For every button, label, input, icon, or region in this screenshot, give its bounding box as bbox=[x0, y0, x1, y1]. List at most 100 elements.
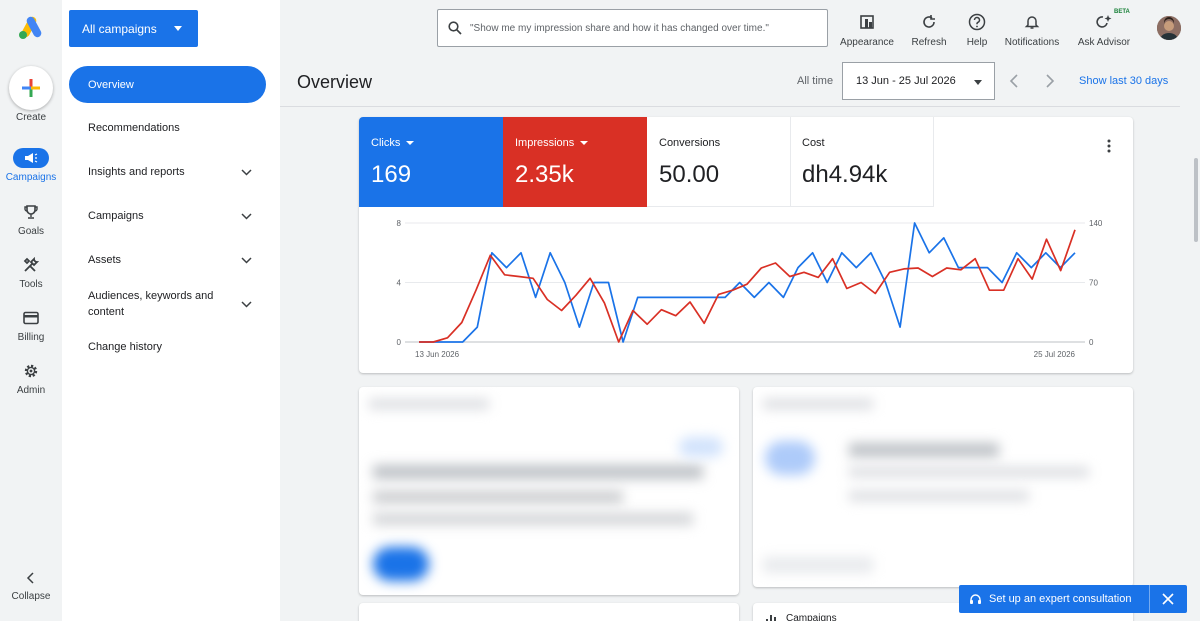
placeholder-bar bbox=[763, 557, 873, 573]
range-label: All time bbox=[797, 75, 834, 87]
series-line-impressions bbox=[419, 229, 1076, 343]
gear-icon bbox=[24, 364, 38, 378]
date-range-picker[interactable]: 13 Jun - 25 Jul 2026 bbox=[842, 62, 995, 100]
create-button[interactable] bbox=[9, 66, 53, 110]
campaign-scope-selector[interactable]: All campaigns bbox=[69, 10, 198, 47]
nav-item-change-history[interactable]: Change history bbox=[69, 337, 266, 357]
placeholder-button bbox=[373, 547, 429, 581]
beta-badge: BETA bbox=[1114, 9, 1130, 15]
placeholder-bar bbox=[369, 399, 489, 409]
next-period-button[interactable] bbox=[1044, 73, 1056, 89]
create-label: Create bbox=[15, 112, 46, 123]
avatar[interactable] bbox=[1157, 16, 1181, 40]
help-icon bbox=[968, 13, 986, 31]
right-tick-label: 0 bbox=[1089, 338, 1094, 347]
rail-label-campaigns: Campaigns bbox=[5, 172, 57, 183]
rail-label-billing: Billing bbox=[17, 332, 45, 343]
nav-item-audiences[interactable]: Audiences, keywords and content bbox=[69, 286, 266, 322]
expert-consultation-banner[interactable]: Set up an expert consultation bbox=[959, 585, 1187, 613]
rail-item-billing[interactable]: Billing bbox=[0, 308, 62, 343]
more-options-icon[interactable] bbox=[1107, 139, 1111, 153]
appearance-label: Appearance bbox=[840, 37, 894, 48]
chevron-down-icon bbox=[241, 301, 252, 308]
advisor-icon bbox=[1096, 15, 1112, 28]
placeholder-bar bbox=[763, 399, 873, 409]
app: Create Campaigns Goals Tools Billing Adm… bbox=[0, 0, 1200, 621]
left-tick-label: 0 bbox=[397, 338, 402, 347]
placeholder-bar bbox=[373, 465, 703, 479]
credit-card-icon bbox=[23, 311, 39, 325]
rail-label-goals: Goals bbox=[17, 226, 45, 237]
tools-icon bbox=[23, 257, 39, 272]
bell-icon bbox=[1024, 16, 1040, 29]
metric-cost[interactable]: Cost dh4.94k bbox=[790, 117, 934, 207]
rail-item-tools[interactable]: Tools bbox=[0, 255, 62, 290]
nav-panel: All campaigns Overview Recommendations I… bbox=[62, 0, 280, 621]
prev-period-button[interactable] bbox=[1008, 73, 1020, 89]
page-scrollbar[interactable] bbox=[1194, 158, 1198, 242]
notifications-button[interactable]: Notifications bbox=[1002, 12, 1062, 48]
caret-down-icon bbox=[406, 141, 415, 145]
refresh-button[interactable]: Refresh bbox=[907, 12, 951, 48]
rail-label-admin: Admin bbox=[16, 385, 46, 396]
show-last-30-days-link[interactable]: Show last 30 days bbox=[1079, 75, 1168, 87]
appearance-icon bbox=[860, 15, 874, 29]
date-range-value: 13 Jun - 25 Jul 2026 bbox=[856, 75, 956, 87]
metric-name: Impressions bbox=[515, 137, 575, 149]
nav-item-label: Audiences, keywords and content bbox=[88, 290, 214, 318]
help-button[interactable]: Help bbox=[962, 12, 992, 48]
metric-conversions[interactable]: Conversions 50.00 bbox=[647, 117, 791, 207]
plus-icon bbox=[22, 79, 40, 97]
x-end-label: 25 Jul 2026 bbox=[1034, 350, 1076, 359]
placeholder-chip bbox=[765, 441, 815, 475]
consult-label: Set up an expert consultation bbox=[989, 593, 1132, 605]
blurred-card-right bbox=[753, 387, 1133, 587]
nav-item-campaigns[interactable]: Campaigns bbox=[69, 206, 266, 226]
nav-item-recommendations[interactable]: Recommendations bbox=[69, 118, 266, 138]
metric-value: dh4.94k bbox=[802, 161, 888, 188]
x-start-label: 13 Jun 2026 bbox=[415, 350, 460, 359]
ask-advisor-button[interactable]: Ask Advisor bbox=[1076, 12, 1132, 48]
nav-item-label: Campaigns bbox=[88, 210, 144, 222]
caret-down-icon bbox=[580, 141, 589, 145]
metric-name: Conversions bbox=[659, 137, 721, 149]
google-ads-logo[interactable] bbox=[17, 16, 45, 40]
scope-label: All campaigns bbox=[82, 21, 157, 36]
left-tick-label: 8 bbox=[397, 219, 402, 228]
appearance-button[interactable]: Appearance bbox=[838, 12, 896, 48]
placeholder-bar bbox=[373, 513, 693, 525]
nav-item-insights[interactable]: Insights and reports bbox=[69, 162, 266, 182]
rail-label-tools: Tools bbox=[19, 279, 43, 290]
refresh-label: Refresh bbox=[911, 37, 947, 48]
bar-chart-icon bbox=[766, 615, 776, 621]
rail-item-admin[interactable]: Admin bbox=[0, 361, 62, 396]
refresh-icon bbox=[923, 15, 935, 28]
metric-value: 169 bbox=[371, 161, 412, 188]
right-tick-label: 140 bbox=[1089, 219, 1103, 228]
collapse-label: Collapse bbox=[11, 591, 51, 602]
performance-card: Clicks 169 Impressions 2.35k Conversions… bbox=[359, 117, 1133, 373]
megaphone-icon bbox=[25, 153, 38, 163]
nav-item-overview[interactable]: Overview bbox=[69, 66, 266, 103]
partial-card-left bbox=[359, 603, 739, 621]
metric-clicks[interactable]: Clicks 169 bbox=[359, 117, 503, 207]
nav-item-label: Change history bbox=[88, 341, 162, 353]
placeholder-chip bbox=[679, 437, 723, 457]
rail-item-campaigns[interactable]: Campaigns bbox=[0, 148, 62, 183]
placeholder-bar bbox=[849, 443, 999, 457]
left-rail: Create Campaigns Goals Tools Billing Adm… bbox=[0, 0, 62, 621]
search-placeholder: "Show me my impression share and how it … bbox=[470, 22, 769, 34]
nav-item-assets[interactable]: Assets bbox=[69, 250, 266, 270]
collapse-button[interactable]: Collapse bbox=[0, 571, 62, 602]
close-icon[interactable] bbox=[1162, 593, 1174, 605]
banner-separator bbox=[1149, 585, 1150, 613]
search-input[interactable]: "Show me my impression share and how it … bbox=[437, 9, 828, 47]
metric-impressions[interactable]: Impressions 2.35k bbox=[503, 117, 647, 207]
campaigns-card-title: Campaigns bbox=[786, 613, 837, 621]
rail-item-goals[interactable]: Goals bbox=[0, 202, 62, 237]
headset-icon bbox=[970, 593, 981, 604]
chevron-down-icon bbox=[241, 213, 252, 220]
trophy-icon bbox=[24, 205, 38, 219]
chevron-down-icon bbox=[241, 257, 252, 264]
header-divider bbox=[280, 106, 1180, 107]
